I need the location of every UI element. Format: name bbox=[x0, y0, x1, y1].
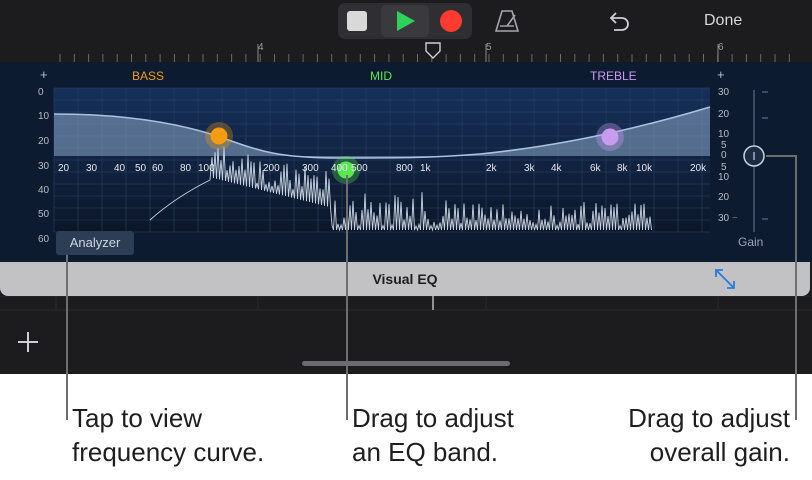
db-right-10-top: 10 bbox=[718, 129, 730, 140]
play-icon bbox=[397, 11, 415, 31]
plus-icon bbox=[18, 332, 38, 352]
analyzer-callout: Tap to view frequency curve. bbox=[72, 401, 264, 469]
ruler-ticks bbox=[59, 44, 790, 62]
home-indicator bbox=[302, 361, 510, 366]
freq-label: 40 bbox=[114, 163, 126, 174]
visual-eq-title: Visual EQ bbox=[372, 271, 438, 287]
callout-line: overall gain. bbox=[649, 437, 790, 467]
eq-plus-left: + bbox=[40, 67, 48, 82]
undo-button[interactable] bbox=[606, 10, 632, 32]
freq-label: 50 bbox=[135, 163, 147, 174]
bass-band-handle[interactable] bbox=[210, 127, 228, 145]
db-right-20-bottom: 20 bbox=[718, 192, 730, 203]
freq-label: 200 bbox=[263, 163, 280, 174]
band-callout: Drag to adjust an EQ band. bbox=[352, 401, 514, 469]
freq-label: 20k bbox=[690, 163, 707, 174]
db-left-40: 40 bbox=[38, 185, 50, 196]
freq-label: 100 bbox=[198, 163, 215, 174]
freq-label: 800 bbox=[396, 163, 413, 174]
db-left-50: 50 bbox=[38, 209, 50, 220]
freq-label: 6k bbox=[590, 163, 601, 174]
playhead-marker[interactable] bbox=[425, 42, 441, 60]
gain-callout: Drag to adjust overall gain. bbox=[628, 401, 790, 469]
freq-label: 1k bbox=[420, 163, 431, 174]
freq-label: 2k bbox=[486, 163, 497, 174]
freq-label: 300 bbox=[302, 163, 319, 174]
db-right-0: 0 bbox=[721, 150, 727, 161]
timeline-ruler[interactable]: 4 5 6 bbox=[0, 42, 812, 62]
freq-label: 80 bbox=[180, 163, 192, 174]
callout-line: an EQ band. bbox=[352, 437, 498, 467]
record-button[interactable] bbox=[440, 10, 462, 32]
freq-label: 20 bbox=[58, 163, 70, 174]
control-bar: Done bbox=[0, 0, 812, 42]
visual-eq-panel: + + BASS MID TREBLE 0 10 20 30 40 50 60 … bbox=[0, 62, 812, 262]
gain-callout-line bbox=[795, 155, 797, 420]
expand-icon bbox=[715, 269, 735, 289]
callout-line: Tap to view bbox=[72, 403, 203, 433]
freq-label: 4k bbox=[551, 163, 562, 174]
gain-callout-connector bbox=[766, 155, 796, 157]
db-left-30: 30 bbox=[38, 161, 50, 172]
freq-label: 8k bbox=[617, 163, 628, 174]
callout-line: frequency curve. bbox=[72, 437, 265, 467]
analyzer-button[interactable]: Analyzer bbox=[56, 231, 134, 255]
db-right-20-top: 20 bbox=[718, 109, 730, 120]
metronome-icon bbox=[494, 10, 520, 32]
db-right-30-top: 30 bbox=[718, 87, 730, 98]
treble-band-handle[interactable] bbox=[601, 128, 619, 146]
callout-line: Drag to adjust bbox=[352, 403, 514, 433]
expand-button[interactable] bbox=[712, 267, 738, 291]
stop-button[interactable] bbox=[347, 11, 367, 31]
db-right-30-bottom: 30 − bbox=[718, 213, 738, 224]
gain-label: Gain bbox=[738, 235, 764, 249]
freq-label: 60 bbox=[152, 163, 164, 174]
treble-label: TREBLE bbox=[590, 69, 637, 83]
analyzer-callout-line bbox=[66, 255, 68, 420]
callout-line: Drag to adjust bbox=[628, 403, 790, 433]
undo-icon bbox=[609, 12, 629, 31]
mid-label: MID bbox=[370, 69, 392, 83]
bass-label: BASS bbox=[132, 69, 165, 83]
db-right-10-bottom: 10 bbox=[718, 172, 730, 183]
play-button[interactable] bbox=[381, 5, 429, 37]
visual-eq-header: Visual EQ bbox=[0, 262, 810, 296]
freq-label: 3k bbox=[524, 163, 535, 174]
freq-label: 500 bbox=[351, 163, 368, 174]
db-left-0: 0 bbox=[38, 87, 44, 98]
db-left-60: 60 bbox=[38, 234, 50, 245]
db-left-20: 20 bbox=[38, 136, 50, 147]
freq-label: 400 bbox=[331, 163, 348, 174]
freq-label: 30 bbox=[86, 163, 98, 174]
metronome-button[interactable] bbox=[494, 9, 520, 33]
add-track-button[interactable] bbox=[16, 330, 40, 354]
garageband-screen: Done 4 5 6 + + BASS MID TREBLE 0 10 20 3… bbox=[0, 0, 812, 374]
band-callout-line bbox=[346, 175, 348, 420]
eq-plus-right: + bbox=[717, 67, 725, 82]
db-left-10: 10 bbox=[38, 111, 50, 122]
done-button[interactable]: Done bbox=[704, 12, 742, 30]
freq-label: 10k bbox=[636, 163, 653, 174]
